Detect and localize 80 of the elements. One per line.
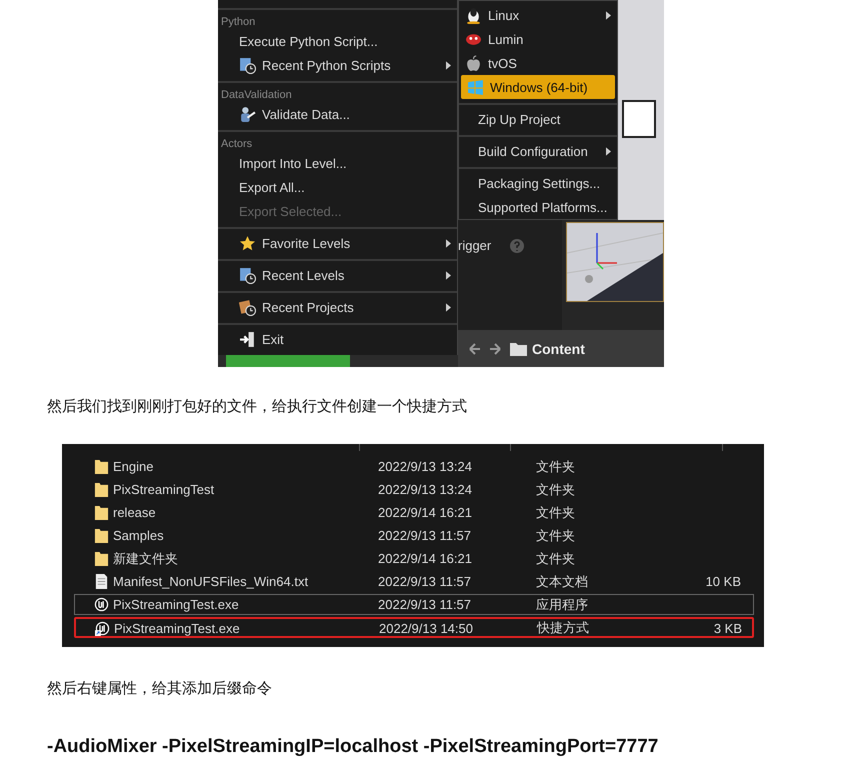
menu-item[interactable]: tvOS: [459, 51, 617, 75]
unreal-shortcut-icon: [95, 620, 110, 636]
modified-date: 2022/9/13 14:50: [379, 620, 474, 636]
file-type: 文件夹: [536, 526, 576, 544]
windows-icon: [467, 78, 484, 96]
file-type: 快捷方式: [537, 619, 590, 637]
file-size: 3 KB: [712, 620, 742, 636]
exit-icon: [239, 330, 256, 348]
file-type: 文本文档: [536, 572, 589, 590]
modified-date: 2022/9/13 11:57: [378, 574, 472, 589]
menu-item[interactable]: Recent Levels: [218, 263, 457, 287]
menu-item[interactable]: Windows (64-bit): [461, 75, 615, 99]
back-forward-icon[interactable]: [468, 342, 502, 356]
modified-date: 2022/9/14 16:21: [378, 551, 473, 566]
file-row[interactable]: release 2022/9/14 16:21 文件夹: [74, 502, 754, 523]
modified-date: 2022/9/13 13:24: [378, 482, 473, 497]
modified-date: 2022/9/13 11:57: [378, 597, 472, 612]
paragraph: 然后右键属性，给其添加后缀命令: [46, 679, 273, 698]
folder-icon: [94, 527, 109, 544]
file-type: 文件夹: [536, 480, 576, 498]
document-icon: [94, 573, 109, 590]
folder-icon: [94, 481, 109, 498]
menu-item[interactable]: Export All...: [218, 175, 457, 199]
file-row[interactable]: Manifest_NonUFSFiles_Win64.txt 2022/9/13 11:57 文本文档 10 KB: [74, 571, 754, 592]
menu-item[interactable]: Supported Platforms...: [459, 195, 617, 219]
command-text: -AudioMixer -PixelStreamingIP=localhost -PixelStreamingPort=7777: [47, 736, 660, 758]
menu-item[interactable]: Favorite Levels: [218, 231, 457, 255]
file-name: Samples: [113, 528, 165, 543]
penguin-icon: [465, 6, 482, 24]
help-icon[interactable]: [509, 238, 526, 254]
folder-icon: [94, 504, 109, 521]
folder-icon: [94, 458, 109, 475]
file-type: 文件夹: [536, 550, 576, 568]
file-type: 应用程序: [536, 596, 589, 614]
panel-label: rigger: [458, 238, 492, 253]
menu-section-header: Python: [220, 15, 256, 29]
modified-date: 2022/9/14 16:21: [378, 505, 473, 520]
menu-section-header: Actors: [220, 137, 254, 151]
file-row[interactable]: Samples 2022/9/13 11:57 文件夹: [74, 525, 754, 546]
menu-item[interactable]: Exit: [218, 327, 457, 351]
file-name: PixStreamingTest: [113, 482, 216, 497]
file-row[interactable]: PixStreamingTest.exe 2022/9/13 14:50 快捷方式 3 KB: [74, 617, 754, 638]
file-name: release: [113, 505, 157, 520]
file-name: Engine: [113, 459, 154, 474]
menu-item[interactable]: Packaging Settings...: [459, 171, 617, 195]
folder-icon: [94, 550, 109, 567]
file-name: PixStreamingTest.exe: [113, 597, 240, 612]
wrench-figure-icon: [239, 106, 256, 122]
menu-item[interactable]: Execute Python Script...: [218, 29, 457, 53]
file-row[interactable]: 新建文件夹 2022/9/14 16:21 文件夹: [74, 548, 754, 569]
file-type: 文件夹: [536, 458, 576, 476]
menu-section-header: DataValidation: [220, 88, 293, 102]
file-row[interactable]: Engine 2022/9/13 13:24 文件夹: [74, 456, 754, 477]
panel-edge: [622, 100, 656, 138]
menu-item[interactable]: Lumin: [459, 27, 617, 51]
file-type: 文件夹: [536, 504, 576, 522]
clock-folder-icon: [239, 298, 256, 316]
file-name: 新建文件夹: [113, 550, 179, 568]
file-row[interactable]: PixStreamingTest 2022/9/13 13:24 文件夹: [74, 479, 754, 500]
content-tab[interactable]: Content: [510, 340, 585, 356]
folder-icon: [510, 342, 528, 356]
file-name: Manifest_NonUFSFiles_Win64.txt: [113, 574, 310, 589]
paragraph: 然后我们找到刚刚打包好的文件，给执行文件创建一个快捷方式: [46, 397, 468, 416]
menu-item[interactable]: Zip Up Project: [459, 107, 617, 131]
star-icon: [239, 234, 256, 252]
file-name: PixStreamingTest.exe: [114, 620, 241, 636]
unreal-logo-icon: [94, 596, 109, 613]
apple-icon: [465, 54, 482, 72]
menu-item[interactable]: Recent Projects: [218, 295, 457, 319]
clock-document-icon: [239, 266, 256, 284]
file-size: 10 KB: [704, 574, 741, 589]
clock-document-icon: [239, 56, 256, 74]
modified-date: 2022/9/13 13:24: [378, 459, 473, 474]
menu-item[interactable]: Recent Python Scripts: [218, 53, 457, 77]
menu-item[interactable]: Import Into Level...: [218, 151, 457, 175]
menu-item[interactable]: Linux: [459, 3, 617, 27]
file-row[interactable]: PixStreamingTest.exe 2022/9/13 11:57 应用程序: [74, 594, 754, 615]
menu-item[interactable]: Build Configuration: [459, 139, 617, 163]
modified-date: 2022/9/13 11:57: [378, 528, 472, 543]
menu-item[interactable]: Validate Data...: [218, 102, 457, 126]
